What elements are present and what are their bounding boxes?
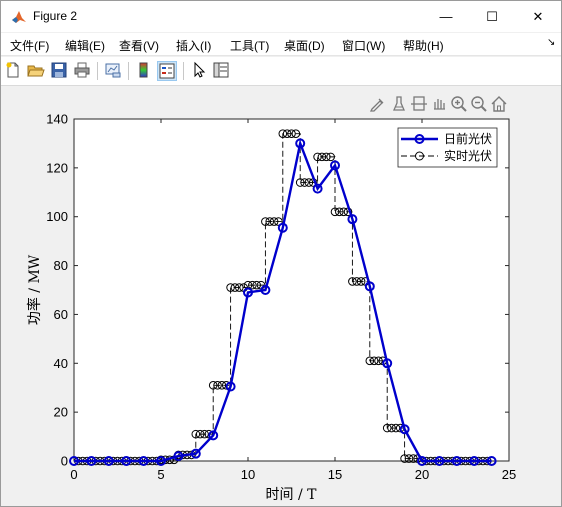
- power-chart: 0 5 10 15 20 25 0 20 40 60 80 100 120 140 时间 / T 功率 /…: [26, 112, 516, 504]
- y-axis-label: 功率 / MW: [26, 254, 43, 325]
- y-tick-label: 40: [54, 356, 68, 371]
- y-tick-label: 120: [46, 160, 68, 175]
- plot-area: [73, 118, 510, 462]
- x-tick-label: 5: [157, 467, 164, 482]
- legend-label-realtime: 实时光伏: [444, 148, 492, 163]
- y-tick-label: 140: [46, 112, 68, 127]
- y-tick-label: 100: [46, 209, 68, 224]
- x-tick-label: 25: [502, 467, 516, 482]
- x-tick-label: 10: [241, 467, 255, 482]
- x-tick-label: 0: [70, 467, 77, 482]
- x-tick-label: 20: [415, 467, 429, 482]
- y-tick-label: 20: [54, 405, 68, 420]
- legend-label-dayahead: 日前光伏: [444, 131, 492, 146]
- legend: 日前光伏 实时光伏: [397, 127, 498, 168]
- x-tick-label: 15: [328, 467, 342, 482]
- y-tick-label: 60: [54, 307, 68, 322]
- x-axis-label: 时间 / T: [266, 487, 318, 503]
- y-tick-label: 80: [54, 258, 68, 273]
- y-tick-label: 0: [61, 454, 68, 469]
- figure-window: Figure 2 — ☐ ✕ 文件(F) 编辑(E) 查看(V) 插入(I) 工…: [0, 0, 562, 507]
